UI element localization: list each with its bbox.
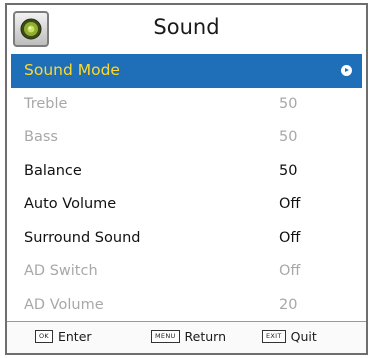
menu-item-balance[interactable]: Balance 50	[11, 155, 362, 189]
menu-item-label: Balance	[24, 162, 82, 179]
settings-list: Sound Mode Treble 50 Bass 50 Balance 50 …	[11, 54, 362, 322]
return-hint: MENU Return	[151, 329, 226, 344]
page-title: Sound	[153, 15, 220, 39]
menu-item-bass: Bass 50	[11, 121, 362, 155]
menu-item-label: Bass	[24, 129, 58, 145]
menu-item-surround-sound[interactable]: Surround Sound Off	[11, 222, 362, 256]
enter-hint: OK Enter	[35, 329, 92, 344]
menu-item-label: Auto Volume	[24, 196, 117, 212]
quit-hint: EXIT Quit	[262, 329, 317, 344]
menu-item-sound-mode[interactable]: Sound Mode	[11, 54, 362, 88]
menu-header: Sound	[7, 5, 366, 53]
menu-item-value: 50	[279, 162, 298, 179]
menu-item-label: Treble	[24, 95, 68, 112]
ok-key-icon: OK	[35, 330, 53, 343]
menu-item-value: 50	[279, 129, 298, 145]
menu-item-label: AD Switch	[24, 263, 98, 279]
sound-menu-panel: Sound Sound Mode Treble 50 Bass 50 Balan…	[5, 3, 368, 355]
menu-item-value: Off	[279, 263, 301, 279]
menu-item-label: AD Volume	[24, 296, 104, 313]
return-hint-label: Return	[184, 329, 227, 344]
quit-hint-label: Quit	[290, 329, 317, 344]
enter-hint-label: Enter	[57, 329, 92, 344]
menu-item-value: Off	[279, 196, 301, 212]
key-hint-bar: OK Enter MENU Return EXIT Quit	[7, 321, 366, 353]
exit-key-icon: EXIT	[262, 330, 286, 343]
menu-item-label: Sound Mode	[24, 61, 120, 79]
menu-item-label: Surround Sound	[24, 229, 141, 246]
menu-item-treble: Treble 50	[11, 88, 362, 122]
menu-key-icon: MENU	[151, 330, 180, 343]
menu-item-ad-volume: AD Volume 20	[11, 289, 362, 323]
menu-item-value: Off	[279, 229, 301, 246]
arrow-right-icon	[341, 65, 352, 76]
menu-item-ad-switch: AD Switch Off	[11, 255, 362, 289]
menu-item-value: 50	[279, 95, 298, 112]
menu-item-value: 20	[279, 296, 298, 313]
menu-item-auto-volume[interactable]: Auto Volume Off	[11, 188, 362, 222]
